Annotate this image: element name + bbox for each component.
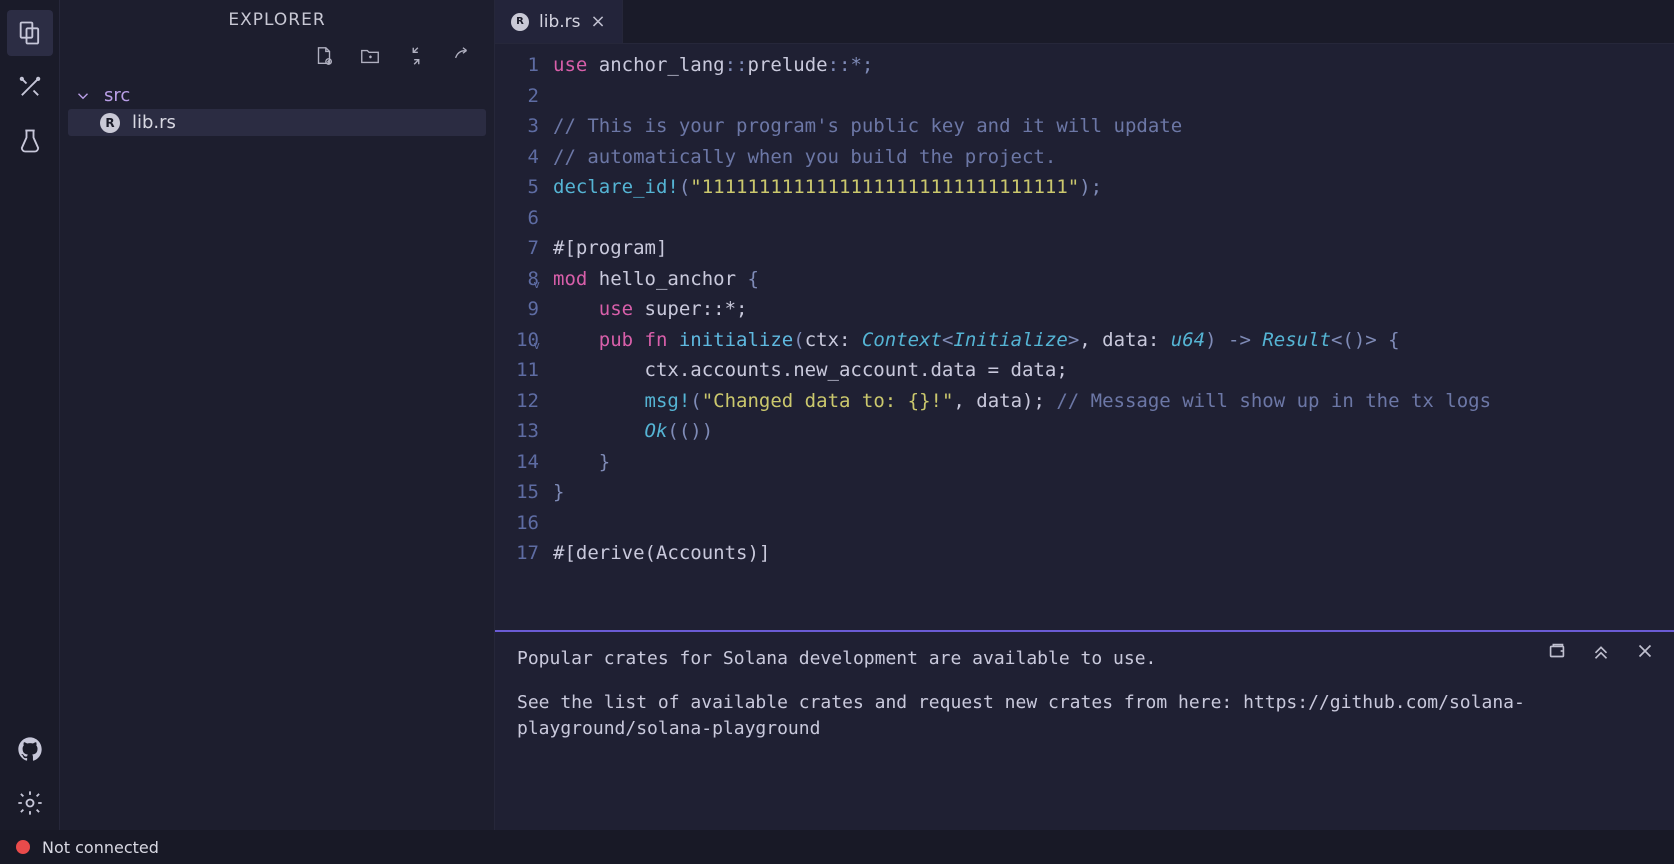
editor-area: R lib.rs × 12345678v910v11121314151617 u…	[495, 0, 1674, 830]
gutter: 12345678v910v11121314151617	[495, 44, 549, 630]
code-content[interactable]: use anchor_lang::prelude::*; // This is …	[549, 44, 1674, 630]
output-panel: Popular crates for Solana development ar…	[495, 630, 1674, 830]
status-bar: Not connected	[0, 830, 1674, 864]
editor-tabs: R lib.rs ×	[495, 0, 1674, 44]
folder-label: src	[104, 85, 130, 106]
explorer-title: EXPLORER	[60, 0, 494, 40]
tab-label: lib.rs	[539, 12, 581, 32]
close-panel-icon[interactable]	[1634, 640, 1658, 664]
explorer-activity-icon[interactable]	[7, 10, 53, 56]
tab-lib-rs[interactable]: R lib.rs ×	[495, 0, 623, 43]
collapse-icon[interactable]	[404, 44, 428, 68]
connection-status-text[interactable]: Not connected	[42, 838, 159, 857]
code-editor[interactable]: 12345678v910v11121314151617 use anchor_l…	[495, 44, 1674, 630]
rust-file-icon: R	[100, 113, 120, 133]
chevron-down-icon	[74, 87, 92, 105]
file-tree: src R lib.rs	[60, 78, 494, 140]
test-activity-icon[interactable]	[7, 118, 53, 164]
file-label: lib.rs	[132, 112, 176, 133]
panel-text-2: See the list of available crates and req…	[517, 690, 1652, 742]
activity-bar	[0, 0, 60, 830]
folder-src[interactable]: src	[68, 82, 486, 109]
wallet-icon[interactable]	[1546, 640, 1570, 664]
explorer-toolbar	[60, 40, 494, 78]
rust-file-icon: R	[511, 13, 529, 31]
github-icon[interactable]	[7, 726, 53, 772]
new-folder-icon[interactable]	[358, 44, 382, 68]
panel-actions	[1546, 640, 1658, 664]
expand-panel-icon[interactable]	[1590, 640, 1614, 664]
explorer-panel: EXPLORER src R lib.rs	[60, 0, 495, 830]
panel-text-1: Popular crates for Solana development ar…	[517, 646, 1652, 672]
new-file-icon[interactable]	[312, 44, 336, 68]
build-tools-activity-icon[interactable]	[7, 64, 53, 110]
close-icon[interactable]: ×	[591, 11, 606, 32]
connection-status-dot	[16, 840, 30, 854]
main-area: EXPLORER src R lib.rs	[0, 0, 1674, 830]
share-icon[interactable]	[450, 44, 474, 68]
gear-icon[interactable]	[7, 780, 53, 826]
file-lib-rs[interactable]: R lib.rs	[68, 109, 486, 136]
